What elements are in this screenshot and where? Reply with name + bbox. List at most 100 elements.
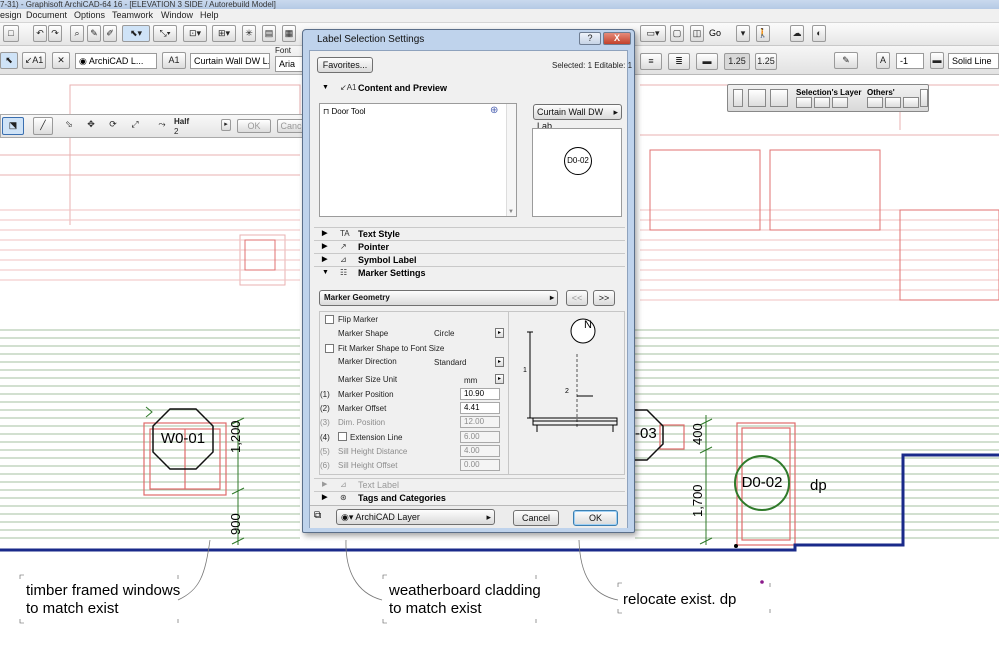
snap-icon[interactable]: ✳: [242, 25, 256, 42]
marker-geometry-dropdown[interactable]: Marker Geometry ▸: [319, 290, 558, 306]
menu-design[interactable]: esign: [0, 10, 22, 20]
navigator-icon[interactable]: ▾: [736, 25, 750, 42]
marquee-tool-icon[interactable]: ⤡▾: [153, 25, 177, 42]
curtain-wall-field[interactable]: Curtain Wall DW L...: [190, 53, 270, 69]
section-text-style[interactable]: ▶ TA Text Style: [314, 227, 625, 240]
ok-button[interactable]: OK: [573, 510, 618, 526]
marker-shape-value[interactable]: Circle: [434, 329, 454, 338]
arrow-tool-icon[interactable]: ⬉▾: [122, 25, 150, 42]
menu-help[interactable]: Help: [200, 10, 219, 20]
menu-teamwork[interactable]: Teamwork: [112, 10, 153, 20]
downpipe-label[interactable]: dp: [810, 477, 827, 494]
prev-page-button[interactable]: <<: [566, 290, 588, 306]
marker-offset-field[interactable]: 4.41: [460, 402, 500, 414]
window-tag-w0-01[interactable]: W0-01: [152, 408, 214, 470]
others-btn-2[interactable]: [885, 97, 901, 108]
marker-shape-arrow-icon[interactable]: ▸: [495, 328, 504, 338]
lock-toggle-icon[interactable]: [770, 89, 788, 107]
scroll-down-icon[interactable]: ▼: [508, 209, 514, 215]
eye-toggle-icon[interactable]: [748, 89, 766, 107]
symbol-icon[interactable]: ✕: [52, 52, 70, 69]
scale-button-1[interactable]: 1.25: [724, 53, 750, 70]
go-button[interactable]: Go: [706, 26, 732, 42]
half-spinner-icon[interactable]: ▸: [221, 119, 231, 131]
flip-marker-checkbox[interactable]: [325, 315, 334, 324]
display-icon[interactable]: ▦: [282, 25, 296, 42]
align-center-icon[interactable]: ≣: [668, 53, 690, 70]
door-tag-d0-02[interactable]: D0-02: [733, 454, 791, 512]
grid-snap-icon[interactable]: ⊞▾: [212, 25, 236, 42]
gravity-icon[interactable]: ⊡▾: [183, 25, 207, 42]
palette-close-icon[interactable]: [920, 89, 928, 107]
rotate-icon[interactable]: ⟳: [105, 117, 121, 135]
line-type-field[interactable]: Solid Line: [948, 53, 999, 69]
marker-direction-arrow-icon[interactable]: ▸: [495, 357, 504, 367]
tool-list-scrollbar[interactable]: ▼: [506, 104, 516, 216]
extension-line-field[interactable]: 6.00: [460, 431, 500, 443]
eyedropper-icon[interactable]: ✎: [87, 25, 101, 42]
note-relocate-dp[interactable]: relocate exist. dp: [623, 591, 736, 609]
sill-height-distance-field[interactable]: 4.00: [460, 445, 500, 457]
favorites-button[interactable]: Favorites...: [317, 57, 373, 73]
extension-line-checkbox[interactable]: [338, 432, 347, 441]
pan-icon[interactable]: ◫: [690, 25, 704, 42]
align-right-icon[interactable]: ▬: [696, 53, 718, 70]
label-style-icon[interactable]: A1: [162, 52, 186, 69]
pen-icon[interactable]: ✎: [834, 52, 858, 69]
find-select-icon[interactable]: ⌕: [70, 25, 84, 42]
text-a-icon[interactable]: A: [876, 52, 890, 69]
section-tags-categories[interactable]: ▶ ⊛ Tags and Categories: [314, 491, 625, 504]
layer-field[interactable]: ◉ ArchiCAD L...: [75, 53, 157, 69]
cancel-button[interactable]: Cancel: [513, 510, 559, 526]
help-button[interactable]: ?: [579, 32, 601, 45]
teamwork-icon[interactable]: ◐: [812, 25, 826, 42]
walk-icon[interactable]: 🚶: [756, 25, 770, 42]
sel-layer-btn-1[interactable]: [796, 97, 812, 108]
size-unit-arrow-icon[interactable]: ▸: [495, 374, 504, 384]
tool-list-item[interactable]: ⊓ Door Tool: [323, 107, 366, 116]
layer-dropdown[interactable]: ◉▾ ArchiCAD Layer ▸: [336, 509, 495, 525]
menu-document[interactable]: Document: [26, 10, 67, 20]
undo-icon[interactable]: ↶: [33, 25, 47, 42]
size-unit-value[interactable]: mm: [464, 376, 477, 385]
zoom-icon[interactable]: ▭▾: [640, 25, 666, 42]
new-icon[interactable]: □: [3, 25, 19, 42]
target-icon[interactable]: ⊕: [490, 105, 498, 116]
note-timber-windows[interactable]: timber framed windows to match exist: [26, 582, 180, 618]
sel-layer-btn-2[interactable]: [814, 97, 830, 108]
menu-window[interactable]: Window: [161, 10, 193, 20]
marker-direction-value[interactable]: Standard: [434, 358, 466, 367]
line-icon[interactable]: ▬: [930, 52, 944, 69]
syringe-icon[interactable]: ✐: [103, 25, 117, 42]
section-text-label[interactable]: ▶ ⊿ Text Label: [314, 478, 625, 491]
dim-position-field[interactable]: 12.00: [460, 416, 500, 428]
label-type-icon[interactable]: ↙A1: [22, 52, 46, 69]
cursor-icon[interactable]: ⬂: [61, 117, 77, 135]
chat-icon[interactable]: ☁: [790, 25, 804, 42]
next-page-button[interactable]: >>: [593, 290, 615, 306]
sel-layer-btn-3[interactable]: [832, 97, 848, 108]
line-draw-icon[interactable]: ╱: [33, 117, 53, 135]
section-content-preview[interactable]: ▼ ↙A1 Content and Preview: [314, 82, 625, 94]
move-icon[interactable]: ✥: [83, 117, 99, 135]
section-symbol-label[interactable]: ▶ ⊿ Symbol Label: [314, 253, 625, 266]
align-left-icon[interactable]: ≡: [640, 53, 662, 70]
section-pointer[interactable]: ▶ ↗ Pointer: [314, 240, 625, 253]
fit-shape-checkbox[interactable]: [325, 344, 334, 353]
arc-icon[interactable]: ⤳: [153, 117, 171, 135]
palette-grip-icon[interactable]: [733, 89, 743, 107]
info-cancel-button[interactable]: Canc: [277, 119, 305, 133]
close-button[interactable]: X: [603, 32, 631, 45]
marker-position-field[interactable]: 10.90: [460, 388, 500, 400]
sill-height-offset-field[interactable]: 0.00: [460, 459, 500, 471]
pen-number-field[interactable]: -1: [896, 53, 924, 69]
section-marker-settings[interactable]: ▼ ☷ Marker Settings: [314, 266, 625, 279]
info-ok-button[interactable]: OK: [237, 119, 271, 133]
label-type-dropdown[interactable]: Curtain Wall DW Lab... ▸: [533, 104, 622, 131]
stretch-icon[interactable]: ⤢: [127, 117, 143, 135]
layer-icon[interactable]: ▤: [262, 25, 276, 42]
font-field[interactable]: Aria: [275, 56, 303, 72]
scale-button-2[interactable]: 1.25: [755, 53, 777, 70]
fit-icon[interactable]: ▢: [670, 25, 684, 42]
redo-icon[interactable]: ↷: [48, 25, 62, 42]
